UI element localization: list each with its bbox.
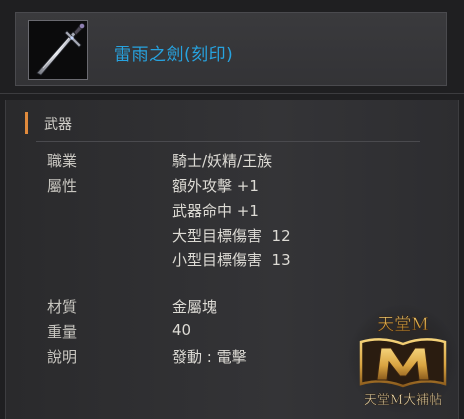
property-value-description: 發動 : 電擊 xyxy=(172,348,247,366)
watermark-logo: 天堂M 天堂M大補帖 xyxy=(347,304,459,414)
property-label-material: 材質 xyxy=(47,298,78,316)
property-value-class: 騎士/妖精/王族 xyxy=(172,152,273,170)
property-label-attribute: 屬性 xyxy=(47,177,78,195)
property-label-weight: 重量 xyxy=(47,323,78,341)
sword-icon xyxy=(36,23,85,76)
svg-text:天堂M: 天堂M xyxy=(377,315,428,335)
property-value-material: 金屬塊 xyxy=(172,298,218,316)
svg-text:天堂M大補帖: 天堂M大補帖 xyxy=(364,393,442,408)
item-icon-frame[interactable] xyxy=(28,20,88,80)
property-value-attribute: 武器命中 +1 xyxy=(172,202,259,220)
property-label-description: 說明 xyxy=(47,348,78,366)
category-accent-bar xyxy=(25,112,28,134)
property-label-class: 職業 xyxy=(47,152,78,170)
category-label: 武器 xyxy=(44,117,72,133)
property-value-weight: 40 xyxy=(172,321,192,339)
property-value-attribute: 大型目標傷害 12 xyxy=(172,227,291,245)
category-separator xyxy=(36,141,420,142)
property-value-attribute: 額外攻擊 +1 xyxy=(172,177,259,195)
divider xyxy=(0,93,464,94)
item-name: 雷雨之劍(刻印) xyxy=(114,45,234,65)
item-header: 雷雨之劍(刻印) xyxy=(15,12,447,86)
property-value-attribute: 小型目標傷害 13 xyxy=(172,251,291,269)
